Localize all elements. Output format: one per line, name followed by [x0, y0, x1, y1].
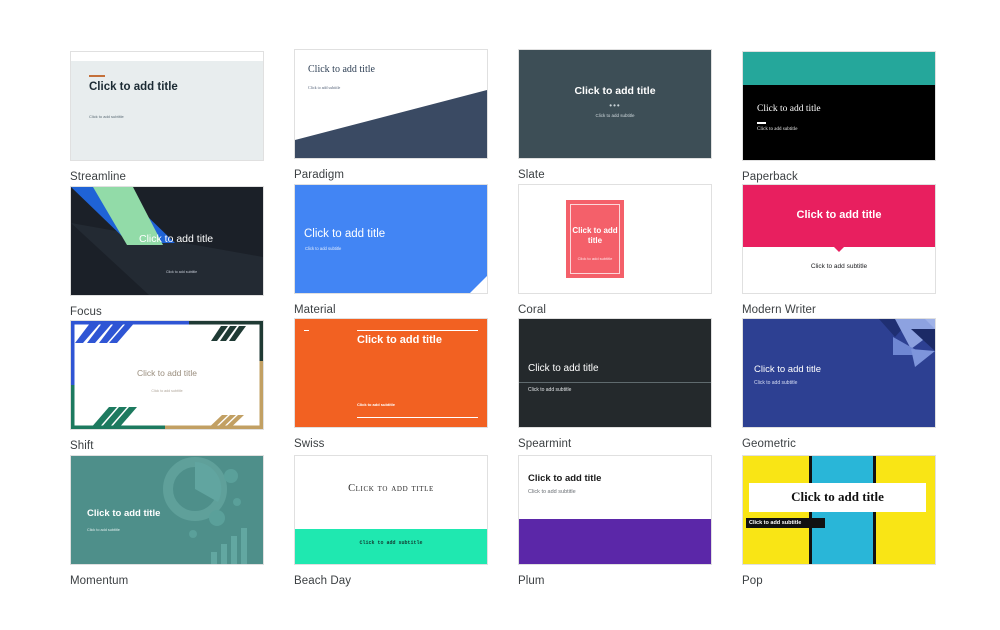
slide-subtitle-placeholder: Click to add subtitle — [357, 402, 396, 407]
template-card-paperback[interactable]: Click to add title Click to add subtitle… — [742, 51, 936, 184]
template-name-label: Shift — [70, 440, 94, 452]
spearmint-divider — [519, 382, 711, 383]
slide-title-placeholder: Click to add title — [574, 85, 656, 97]
slide-title-placeholder: Click to add title — [308, 64, 375, 75]
template-thumbnail-shift[interactable]: Click to add title Click to add subtitle — [70, 320, 264, 430]
template-card-streamline[interactable]: Click to add title Click to add subtitle… — [70, 51, 264, 184]
slide-subtitle-placeholder: Click to add subtitle — [595, 113, 635, 118]
template-thumbnail-coral[interactable]: Click to add title Click to add subtitle — [518, 184, 712, 294]
slide-title-placeholder: Click to add title — [572, 226, 618, 245]
slide-title-placeholder: Click to add title — [528, 473, 602, 484]
template-card-modern-writer[interactable]: Click to add title Click to add subtitle… — [742, 184, 936, 317]
beach-day-mint-band — [295, 529, 487, 564]
swiss-tick-mark — [304, 330, 309, 332]
slide-subtitle-placeholder: Click to add subtitle — [528, 387, 572, 393]
slide-title-placeholder: Click to add title — [304, 228, 386, 240]
template-thumbnail-material[interactable]: Click to add title Click to add subtitle — [294, 184, 488, 294]
template-gallery-grid: Click to add title Click to add subtitle… — [0, 0, 1000, 630]
template-thumbnail-spearmint[interactable]: Click to add title Click to add subtitle — [518, 318, 712, 428]
slide-subtitle-placeholder: Click to add subtitle — [577, 256, 613, 261]
template-name-label: Pop — [742, 575, 763, 587]
slide-subtitle-placeholder: Click to add subtitle — [757, 127, 798, 132]
template-name-label: Swiss — [294, 438, 325, 450]
paperback-accent-dash — [757, 122, 766, 124]
template-name-label: Paradigm — [294, 169, 345, 181]
slide-title-placeholder: Click to add title — [754, 364, 822, 375]
template-card-plum[interactable]: Click to add title Click to add subtitle… — [518, 455, 712, 588]
plum-purple-band — [519, 519, 711, 564]
template-thumbnail-pop[interactable]: Click to add title Click to add subtitle — [742, 455, 936, 565]
slate-dots-ornament: ••• — [609, 101, 621, 110]
template-name-label: Material — [294, 304, 336, 316]
streamline-top-bar — [71, 52, 263, 61]
slide-title-placeholder: Click to add title — [528, 363, 599, 374]
slide-title-placeholder: Click to add title — [348, 483, 434, 494]
paperback-teal-band — [743, 52, 935, 85]
template-card-coral[interactable]: Click to add title Click to add subtitle… — [518, 184, 712, 317]
template-thumbnail-geometric[interactable]: Click to add title Click to add subtitle — [742, 318, 936, 428]
slide-subtitle-placeholder: Click to add subtitle — [308, 85, 341, 90]
slide-title-placeholder: Click to add title — [87, 508, 161, 519]
template-thumbnail-paperback[interactable]: Click to add title Click to add subtitle — [742, 51, 936, 161]
slide-title-placeholder: Click to add title — [791, 489, 884, 504]
template-thumbnail-momentum[interactable]: Click to add title Click to add subtitle — [70, 455, 264, 565]
slide-subtitle-placeholder: Click to add subtitle — [151, 389, 183, 393]
slide-subtitle-placeholder: Click to add subtitle — [87, 528, 120, 532]
template-name-label: Streamline — [70, 171, 126, 183]
template-name-label: Spearmint — [518, 438, 572, 450]
material-corner-fold — [470, 276, 487, 293]
slide-title-placeholder: Click to add title — [89, 81, 178, 93]
coral-title-block: Click to add title Click to add subtitle — [566, 200, 624, 278]
template-name-label: Momentum — [70, 575, 129, 587]
template-thumbnail-beach-day[interactable]: Click to add title Click to add subtitle — [294, 455, 488, 565]
template-card-geometric[interactable]: Click to add title Click to add subtitle… — [742, 318, 936, 451]
slide-subtitle-placeholder: Click to add subtitle — [754, 380, 798, 386]
slide-subtitle-placeholder: Click to add subtitle — [528, 489, 576, 495]
slide-title-placeholder: Click to add title — [137, 368, 197, 378]
slide-title-placeholder: Click to add title — [139, 233, 214, 245]
template-thumbnail-slate[interactable]: Click to add title ••• Click to add subt… — [518, 49, 712, 159]
slide-subtitle-placeholder: Click to add subtitle — [89, 114, 124, 119]
template-thumbnail-swiss[interactable]: Click to add title Click to add subtitle — [294, 318, 488, 428]
template-name-label: Beach Day — [294, 575, 352, 587]
slide-subtitle-placeholder: Click to add subtitle — [810, 263, 868, 270]
template-card-material[interactable]: Click to add title Click to add subtitle… — [294, 184, 488, 317]
slide-subtitle-placeholder: Click to add subtitle — [359, 540, 423, 546]
swiss-top-rule — [357, 330, 478, 332]
template-card-momentum[interactable]: Click to add title Click to add subtitle… — [70, 455, 264, 588]
template-name-label: Focus — [70, 306, 102, 318]
template-thumbnail-focus[interactable]: Click to add title Click to add subtitle — [70, 186, 264, 296]
modern-writer-notch — [834, 247, 844, 252]
slide-subtitle-placeholder: Click to add subtitle — [166, 270, 198, 274]
template-thumbnail-streamline[interactable]: Click to add title Click to add subtitle — [70, 51, 264, 161]
template-card-focus[interactable]: Click to add title Click to add subtitle… — [70, 186, 264, 319]
streamline-accent-rule — [89, 75, 105, 77]
template-card-paradigm[interactable]: Click to add title Click to add subtitle… — [294, 49, 488, 182]
template-name-label: Plum — [518, 575, 545, 587]
template-card-shift[interactable]: Click to add title Click to add subtitle… — [70, 320, 264, 453]
template-card-swiss[interactable]: Click to add title Click to add subtitle… — [294, 318, 488, 451]
template-name-label: Slate — [518, 169, 545, 181]
template-thumbnail-modern-writer[interactable]: Click to add title Click to add subtitle — [742, 184, 936, 294]
slide-title-placeholder: Click to add title — [357, 334, 442, 346]
slide-title-placeholder: Click to add title — [796, 209, 882, 221]
template-name-label: Coral — [518, 304, 546, 316]
template-card-spearmint[interactable]: Click to add title Click to add subtitle… — [518, 318, 712, 451]
slide-subtitle-placeholder: Click to add subtitle — [305, 246, 342, 251]
swiss-bottom-rule — [357, 416, 478, 418]
template-card-slate[interactable]: Click to add title ••• Click to add subt… — [518, 49, 712, 182]
template-card-pop[interactable]: Click to add title Click to add subtitle… — [742, 455, 936, 588]
template-name-label: Modern Writer — [742, 304, 816, 316]
template-thumbnail-paradigm[interactable]: Click to add title Click to add subtitle — [294, 49, 488, 159]
template-thumbnail-plum[interactable]: Click to add title Click to add subtitle — [518, 455, 712, 565]
template-name-label: Paperback — [742, 171, 798, 183]
slide-title-placeholder: Click to add title — [757, 104, 821, 114]
template-card-beach-day[interactable]: Click to add title Click to add subtitle… — [294, 455, 488, 588]
slide-subtitle-placeholder: Click to add subtitle — [749, 519, 802, 526]
template-name-label: Geometric — [742, 438, 796, 450]
